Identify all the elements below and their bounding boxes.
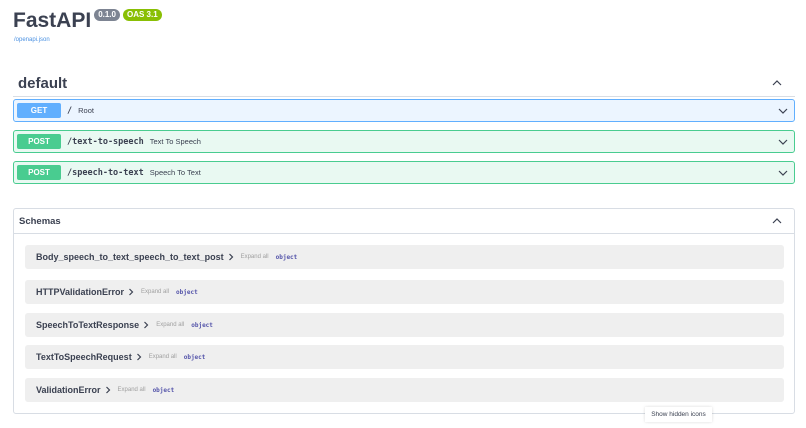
schema-model[interactable]: Body_speech_to_text_speech_to_text_post … <box>25 245 784 269</box>
model-name: TextToSpeechRequest <box>36 352 132 362</box>
expand-all-link[interactable]: Expand all <box>241 254 269 260</box>
schema-model[interactable]: SpeechToTextResponse Expand all object <box>25 313 784 337</box>
operation-summary: Text To Speech <box>149 137 201 146</box>
chevron-right-icon[interactable] <box>142 321 150 329</box>
chevron-down-icon[interactable] <box>778 106 788 116</box>
chevron-right-icon[interactable] <box>104 386 112 394</box>
page-title: FastAPI <box>13 9 92 32</box>
model-name: ValidationError <box>36 385 101 395</box>
method-badge: POST <box>17 165 61 180</box>
expand-all-link[interactable]: Expand all <box>156 322 184 328</box>
chevron-right-icon[interactable] <box>135 353 143 361</box>
model-name: Body_speech_to_text_speech_to_text_post <box>36 252 224 262</box>
operation-summary: Speech To Text <box>149 168 201 177</box>
expand-all-link[interactable]: Expand all <box>118 387 146 393</box>
tag-section-header[interactable]: default <box>13 70 795 97</box>
method-badge: POST <box>17 134 61 149</box>
model-name: HTTPValidationError <box>36 287 125 297</box>
model-type: object <box>275 253 298 261</box>
oas-badge: OAS 3.1 <box>122 9 162 21</box>
operation-path: /speech-to-text <box>67 167 144 178</box>
schemas-section: Schemas Body_speech_to_text_speech_to_te… <box>13 208 795 414</box>
model-type: object <box>176 288 198 296</box>
chevron-right-icon[interactable] <box>127 288 135 296</box>
expand-all-link[interactable]: Expand all <box>141 289 169 295</box>
schemas-title: Schemas <box>19 215 61 227</box>
schema-model[interactable]: ValidationError Expand all object <box>25 378 784 402</box>
model-type: object <box>152 386 175 394</box>
schema-model[interactable]: TextToSpeechRequest Expand all object <box>25 345 784 369</box>
operation-post-speech-to-text[interactable]: POST /speech-to-text Speech To Text <box>13 161 795 184</box>
show-hidden-icons-button[interactable]: Show hidden icons <box>645 407 712 422</box>
api-info: FastAPI 0.1.0 OAS 3.1 /openapi.json <box>13 8 162 43</box>
operation-get-root[interactable]: GET / Root <box>13 99 795 122</box>
operation-path: /text-to-speech <box>67 136 144 147</box>
operation-summary: Root <box>78 106 94 115</box>
openapi-json-link[interactable]: /openapi.json <box>14 37 162 43</box>
model-type: object <box>183 353 206 361</box>
expand-all-link[interactable]: Expand all <box>149 354 177 360</box>
schemas-header[interactable]: Schemas <box>14 209 794 234</box>
method-badge: GET <box>17 103 61 118</box>
version-badge: 0.1.0 <box>94 9 120 21</box>
chevron-down-icon[interactable] <box>778 168 788 178</box>
chevron-up-icon[interactable] <box>772 216 782 226</box>
chevron-up-icon[interactable] <box>772 78 782 88</box>
operation-post-text-to-speech[interactable]: POST /text-to-speech Text To Speech <box>13 130 795 153</box>
model-name: SpeechToTextResponse <box>36 320 140 330</box>
operation-path: / <box>67 105 73 116</box>
chevron-down-icon[interactable] <box>778 137 788 147</box>
model-type: object <box>191 321 213 329</box>
schema-model[interactable]: HTTPValidationError Expand all object <box>25 280 784 304</box>
tag-title: default <box>18 74 68 92</box>
chevron-right-icon[interactable] <box>227 253 235 261</box>
